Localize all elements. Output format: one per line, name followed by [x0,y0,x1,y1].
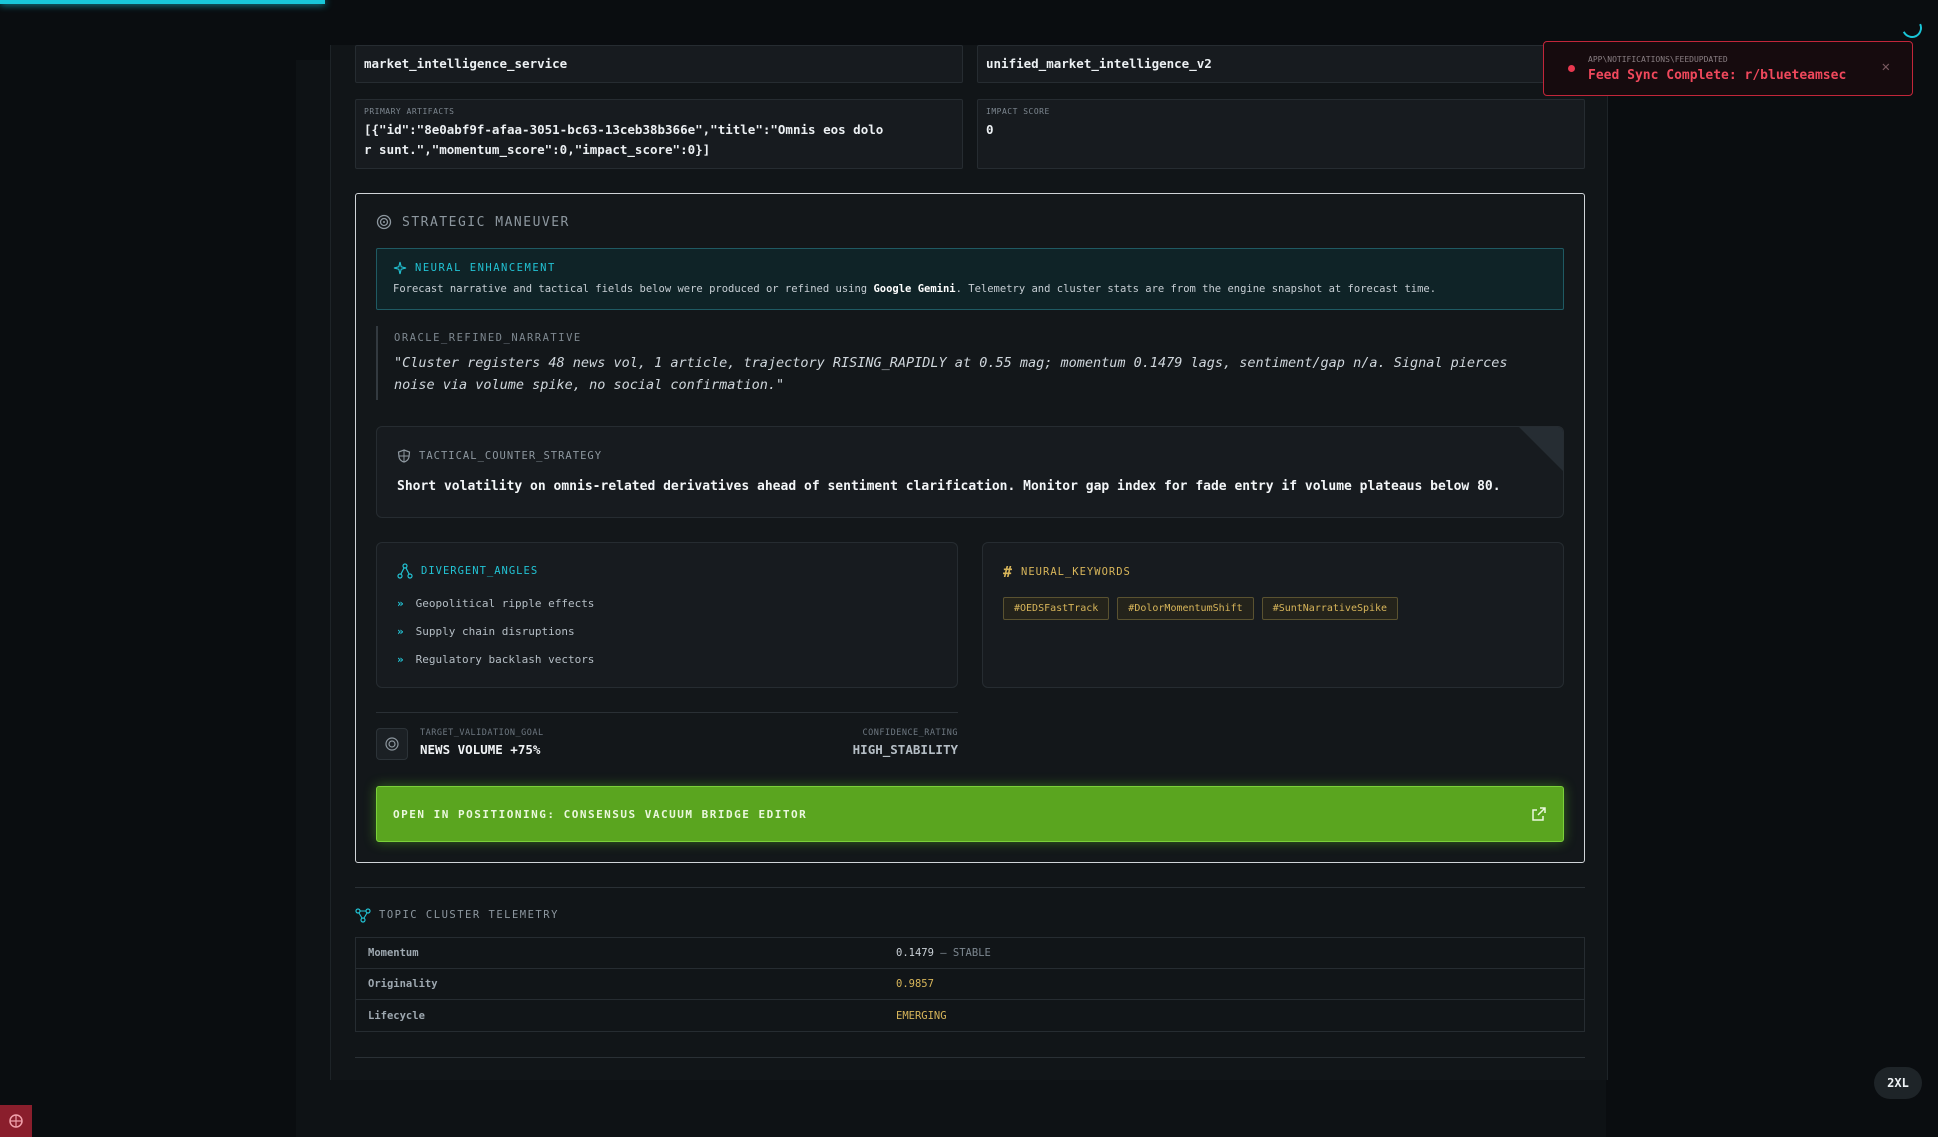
alert-dot-icon [1568,65,1575,72]
branch-icon [397,563,413,579]
angle-text: Supply chain disruptions [415,625,575,638]
confidence-rating-label: CONFIDENCE_RATING [862,728,958,738]
telemetry-key: Momentum [368,947,419,959]
tactical-counter-strategy: TACTICAL_COUNTER_STRATEGY Short volatili… [376,426,1564,518]
oracle-text: "Cluster registers 48 news vol, 1 articl… [394,355,1508,393]
open-positioning-editor-button[interactable]: OPEN IN POSITIONING: CONSENSUS VACUUM BR… [376,786,1564,842]
neural-enhancement-notice: NEURAL ENHANCEMENT Forecast narrative an… [376,248,1564,310]
telemetry-value: 0.1479 — STABLE [896,947,991,959]
angle-text: Regulatory backlash vectors [415,653,595,666]
breakpoint-badge[interactable]: 2XL [1874,1067,1922,1099]
divider [355,887,1585,888]
neural-keywords-card: # NEURAL_KEYWORDS #OEDSFastTrack #DolorM… [982,542,1564,688]
primary-artifacts-value: [{"id":"8e0abf9f-afaa-3051-bc63-13ceb38b… [364,122,884,157]
service-field: market_intelligence_service [355,45,963,83]
telemetry-value: 0.9857 [896,978,934,990]
target-icon [376,214,392,230]
forecast-detail-modal: market_intelligence_service unified_mark… [330,45,1608,1080]
keyword-tags: #OEDSFastTrack #DolorMomentumShift #Sunt… [1003,597,1399,620]
target-icon [376,728,408,760]
service-value: market_intelligence_service [364,56,568,71]
loading-progress-bar [0,0,325,4]
neural-keywords-heading: # NEURAL_KEYWORDS [1003,563,1131,581]
model-value: unified_market_intelligence_v2 [986,56,1212,71]
impact-score-label: IMPACT SCORE [986,107,1050,116]
divergent-angles-card: DIVERGENT_ANGLES » Geopolitical ripple ef… [376,542,958,688]
divider [376,712,958,713]
target-validation-label: TARGET_VALIDATION_GOAL [420,728,544,738]
neural-enhancement-text: Forecast narrative and tactical fields b… [393,283,1436,295]
divergent-angles-title: DIVERGENT_ANGLES [421,565,539,577]
oracle-narrative: ORACLE_REFINED_NARRATIVE "Cluster regist… [376,326,1564,400]
strategic-maneuver-title: STRATEGIC MANEUVER [376,214,570,230]
impact-score-field: IMPACT SCORE 0 [977,99,1585,169]
table-row: Lifecycle EMERGING [356,1000,1584,1031]
telemetry-table: Momentum 0.1479 — STABLE Originality 0.9… [355,937,1585,1032]
chevron-right-icon: » [397,597,404,610]
momentum-value: 0.1479 [896,947,934,959]
impact-score-value: 0 [986,122,994,137]
tactical-heading: TACTICAL_COUNTER_STRATEGY [397,449,602,463]
open-positioning-editor-label: OPEN IN POSITIONING: CONSENSUS VACUUM BR… [393,807,808,821]
momentum-status: — STABLE [933,947,991,959]
telemetry-value: EMERGING [896,1009,947,1022]
table-row: Momentum 0.1479 — STABLE [356,938,1584,969]
neural-enhancement-heading: NEURAL ENHANCEMENT [393,261,556,275]
external-link-icon [1532,807,1546,821]
network-icon [355,908,371,923]
notification-toast: APP\NOTIFICATIONS\FEEDUPDATED Feed Sync … [1543,41,1913,96]
strategic-maneuver-label: STRATEGIC MANEUVER [402,214,570,230]
confidence-rating-value: HIGH_STABILITY [852,742,958,757]
tactical-label: TACTICAL_COUNTER_STRATEGY [419,450,603,462]
angle-text: Geopolitical ripple effects [415,597,595,610]
close-icon[interactable]: ✕ [1882,59,1890,75]
telemetry-key: Originality [368,978,438,990]
toast-message: Feed Sync Complete: r/blueteamsec [1588,68,1847,83]
neural-enhancement-title: NEURAL ENHANCEMENT [415,262,556,274]
telemetry-title: TOPIC CLUSTER TELEMETRY [379,909,559,921]
keyword-tag[interactable]: #DolorMomentumShift [1117,597,1254,620]
hash-icon: # [1003,563,1014,581]
chevron-right-icon: » [397,625,404,638]
chevron-right-icon: » [397,653,404,666]
table-row: Originality 0.9857 [356,969,1584,1000]
target-validation-value: NEWS VOLUME +75% [420,742,541,757]
target-validation: TARGET_VALIDATION_GOAL NEWS VOLUME +75% … [376,720,958,764]
keyword-tag[interactable]: #OEDSFastTrack [1003,597,1110,620]
shield-icon [397,449,411,463]
telemetry-heading: TOPIC CLUSTER TELEMETRY [355,907,559,923]
sparkle-icon [393,261,407,275]
primary-artifacts-label: PRIMARY ARTIFACTS [364,107,455,116]
app-logo-icon[interactable] [0,1105,32,1137]
corner-decoration [1519,427,1563,471]
tactical-text: Short volatility on omnis-related deriva… [397,479,1501,494]
divider [355,1057,1585,1058]
oracle-label: ORACLE_REFINED_NARRATIVE [394,332,582,344]
neural-keywords-title: NEURAL_KEYWORDS [1021,566,1131,578]
neural-provider-name: Google Gemini [873,283,956,295]
strategic-maneuver-panel: STRATEGIC MANEUVER NEURAL ENHANCEMENT Fo… [355,193,1585,863]
neural-text-part: Forecast narrative and tactical fields b… [393,283,874,295]
model-field: unified_market_intelligence_v2 [977,45,1585,83]
list-item: » Supply chain disruptions [397,625,594,653]
neural-text-part: . Telemetry and cluster stats are from t… [955,283,1437,295]
divergent-angles-list: » Geopolitical ripple effects » Supply cha… [397,597,594,681]
divergent-angles-heading: DIVERGENT_ANGLES [397,563,538,579]
primary-artifacts-field: PRIMARY ARTIFACTS [{"id":"8e0abf9f-afaa-… [355,99,963,169]
keyword-tag[interactable]: #SuntNarrativeSpike [1261,597,1399,620]
list-item: » Regulatory backlash vectors [397,653,594,681]
toast-subtitle: APP\NOTIFICATIONS\FEEDUPDATED [1588,55,1728,64]
list-item: » Geopolitical ripple effects [397,597,594,625]
telemetry-key: Lifecycle [368,1009,425,1022]
